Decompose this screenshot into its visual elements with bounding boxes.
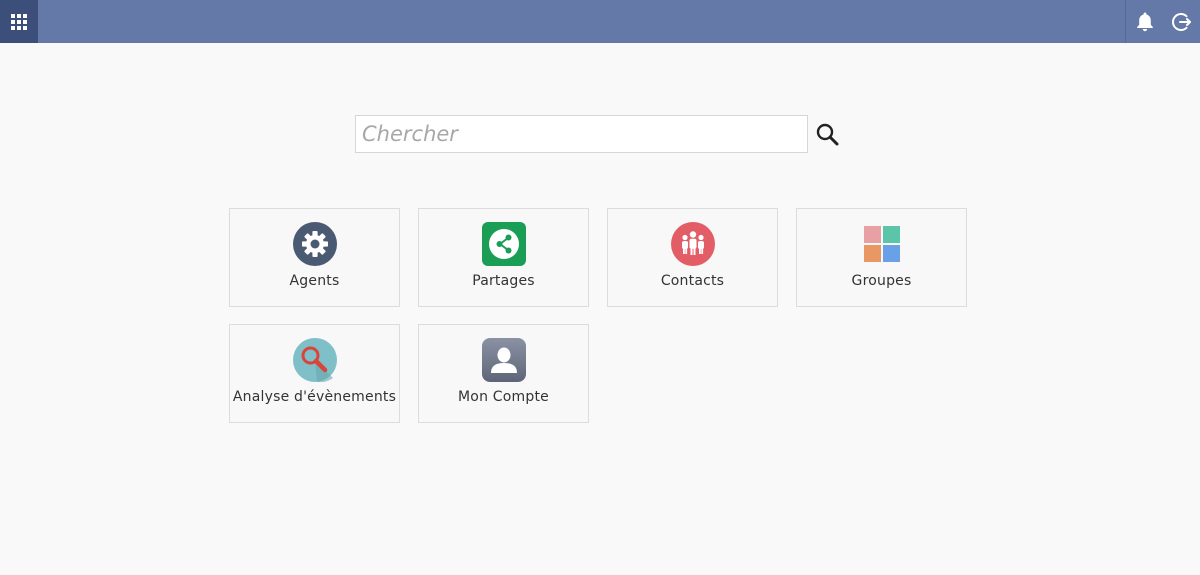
logout-button[interactable] (1169, 9, 1195, 35)
user-icon (482, 338, 526, 382)
app-tile-groupes[interactable]: Groupes (796, 208, 967, 307)
header-tools (1125, 0, 1200, 43)
search-button[interactable] (815, 122, 841, 148)
app-tile-label: Groupes (851, 273, 912, 289)
grid-icon (11, 13, 27, 30)
people-icon (671, 222, 715, 266)
app-tile-label: Contacts (660, 273, 725, 289)
bell-icon (1136, 12, 1153, 31)
app-tile-label: Partages (472, 273, 535, 289)
search-input[interactable] (355, 115, 808, 153)
logout-icon (1171, 12, 1191, 31)
apps-menu-button[interactable] (0, 0, 38, 43)
app-tile-label: Mon Compte (458, 389, 549, 405)
app-tile-label: Agents (289, 273, 340, 289)
magnifier-icon (293, 338, 337, 382)
app-tile-mon-compte[interactable]: Mon Compte (418, 324, 589, 423)
app-tile-agents[interactable]: Agents (229, 208, 400, 307)
top-bar (0, 0, 1200, 43)
app-tile-partages[interactable]: Partages (418, 208, 589, 307)
notifications-button[interactable] (1132, 9, 1158, 35)
gear-icon (293, 222, 337, 266)
app-tile-label: Analyse d'évènements (232, 389, 397, 405)
squares-icon (864, 226, 900, 262)
search-bar (355, 115, 855, 154)
app-tile-contacts[interactable]: Contacts (607, 208, 778, 307)
search-icon (816, 123, 839, 146)
share-icon (482, 222, 526, 266)
app-tile-analyse-evenements[interactable]: Analyse d'évènements (229, 324, 400, 423)
